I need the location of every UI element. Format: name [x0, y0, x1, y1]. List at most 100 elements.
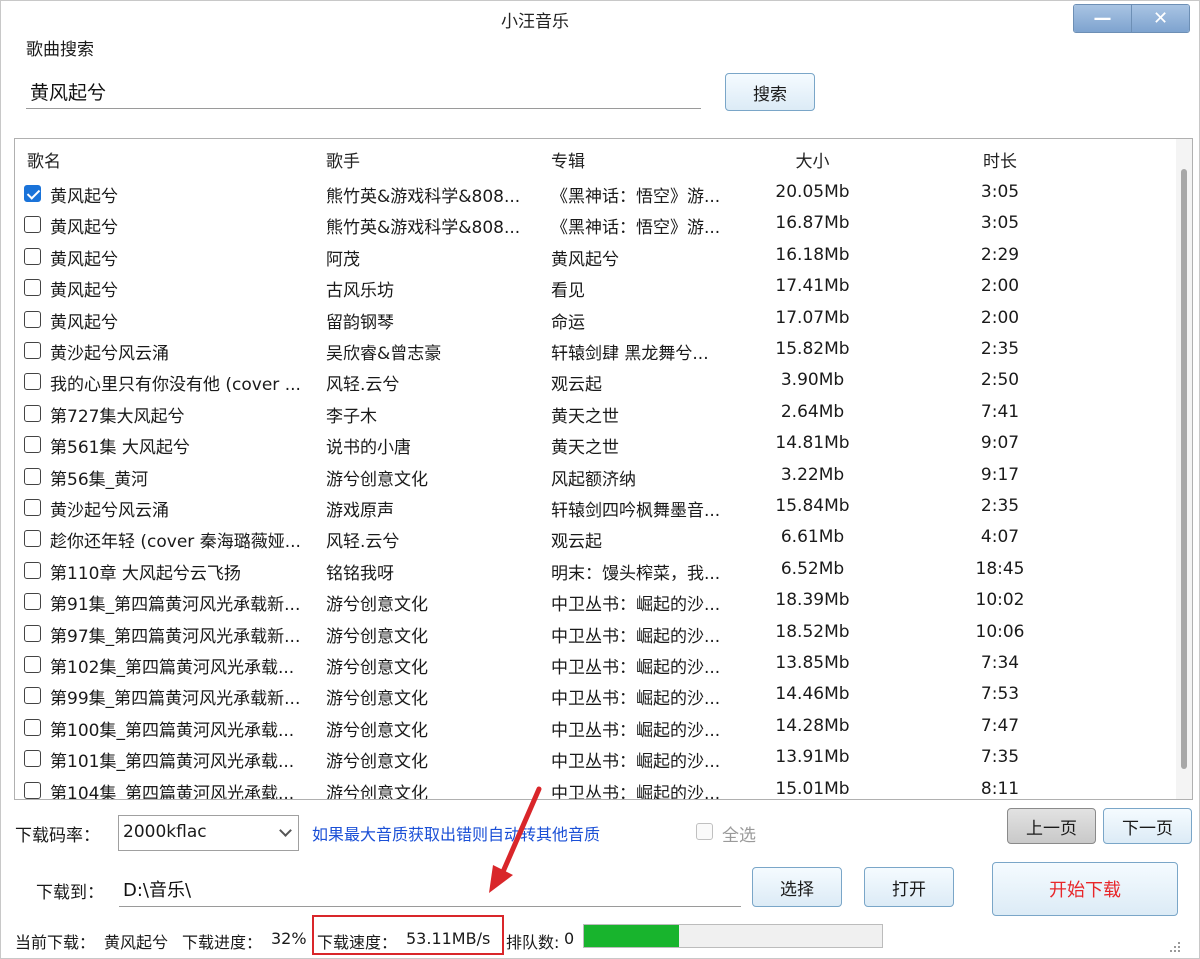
song-album: 黄天之世 — [551, 438, 619, 459]
start-download-button[interactable]: 开始下载 — [992, 862, 1178, 916]
song-album: 中卫丛书：崛起的沙... — [551, 626, 721, 647]
table-row[interactable]: 第56集_黄河 游兮创意文化 风起额济纳 3.22Mb 9:17 — [15, 462, 1165, 493]
song-album: 中卫丛书：崛起的沙... — [551, 689, 721, 710]
row-checkbox[interactable] — [24, 279, 41, 297]
speed-highlight-box — [312, 915, 504, 955]
song-size: 13.85Mb — [775, 653, 850, 673]
header-artist[interactable]: 歌手 — [326, 147, 360, 172]
minimize-button[interactable]: — — [1074, 5, 1131, 32]
row-checkbox[interactable] — [24, 561, 41, 579]
song-album: 看见 — [551, 281, 585, 302]
table-row[interactable]: 第104集_第四篇黄河风光承载... 游兮创意文化 中卫丛书：崛起的沙... 15.0… — [15, 776, 1165, 799]
song-name: 第91集_第四篇黄河风光承载新... — [50, 595, 301, 616]
song-name: 黄风起兮 — [50, 187, 118, 207]
table-row[interactable]: 第99集_第四篇黄河风光承载新... 游兮创意文化 中卫丛书：崛起的沙... 14.4… — [15, 681, 1165, 712]
song-artist: 游兮创意文化 — [326, 626, 428, 647]
song-artist: 游兮创意文化 — [326, 689, 428, 710]
header-name[interactable]: 歌名 — [27, 147, 61, 172]
table-row[interactable]: 第101集_第四篇黄河风光承载... 游兮创意文化 中卫丛书：崛起的沙... 13.9… — [15, 744, 1165, 775]
song-size: 3.22Mb — [780, 464, 845, 485]
download-path-label: 下载到： — [36, 883, 104, 903]
header-duration[interactable]: 时长 — [950, 147, 1050, 172]
song-size: 16.87Mb — [775, 213, 850, 234]
song-album: 轩辕剑四吟枫舞墨音... — [551, 501, 721, 521]
row-checkbox[interactable] — [24, 687, 41, 705]
row-checkbox[interactable] — [24, 467, 41, 485]
table-row[interactable]: 黄风起兮 阿茂 黄风起兮 16.18Mb 2:29 — [15, 242, 1165, 273]
queue-value: 0 — [564, 929, 575, 948]
row-checkbox[interactable] — [24, 718, 41, 736]
song-name: 黄风起兮 — [50, 312, 118, 333]
table-row[interactable]: 第91集_第四篇黄河风光承载新... 游兮创意文化 中卫丛书：崛起的沙... 18.3… — [15, 587, 1165, 618]
close-button[interactable]: ✕ — [1131, 5, 1189, 32]
choose-folder-button[interactable]: 选择 — [752, 867, 842, 907]
row-checkbox[interactable] — [24, 436, 41, 454]
table-row[interactable]: 黄风起兮 留韵钢琴 命运 17.07Mb 2:00 — [15, 305, 1165, 336]
song-size: 18.52Mb — [775, 621, 850, 642]
fallback-quality-link[interactable]: 如果最大音质获取出错则自动转其他音质 — [312, 821, 600, 845]
song-duration: 7:35 — [980, 747, 1020, 768]
bitrate-select[interactable]: 2000kflac — [118, 815, 299, 851]
row-checkbox[interactable] — [24, 499, 41, 516]
table-row[interactable]: 第102集_第四篇黄河风光承载... 游兮创意文化 中卫丛书：崛起的沙... 13.8… — [15, 650, 1165, 681]
row-checkbox[interactable] — [24, 624, 41, 642]
song-name: 黄风起兮 — [50, 249, 118, 270]
song-artist: 风轻.云兮 — [326, 375, 400, 396]
chevron-down-icon — [279, 824, 292, 837]
select-all-checkbox[interactable] — [696, 823, 713, 840]
row-checkbox[interactable] — [24, 373, 41, 391]
song-size: 2.64Mb — [780, 401, 845, 422]
row-checkbox[interactable] — [24, 342, 41, 359]
table-row[interactable]: 黄风起兮 古风乐坊 看见 17.41Mb 2:00 — [15, 273, 1165, 304]
window-controls: — ✕ — [1073, 4, 1190, 33]
row-checkbox[interactable] — [24, 404, 41, 422]
resize-grip-icon[interactable] — [1163, 935, 1183, 955]
song-name: 第100集_第四篇黄河风光承载... — [50, 720, 295, 741]
search-input[interactable] — [26, 75, 701, 109]
song-size: 6.61Mb — [780, 527, 845, 548]
row-checkbox[interactable] — [24, 593, 41, 611]
song-duration: 18:45 — [975, 558, 1025, 579]
header-album[interactable]: 专辑 — [551, 147, 585, 172]
table-row[interactable]: 黄沙起兮风云涌 吴欣睿&曾志豪 轩辕剑肆 黑龙舞兮... 15.82Mb 2:35 — [15, 336, 1165, 367]
header-size[interactable]: 大小 — [750, 147, 875, 172]
table-row[interactable]: 第561集 大风起兮 说书的小唐 黄天之世 14.81Mb 9:07 — [15, 430, 1165, 461]
table-row[interactable]: 我的心里只有你没有他 (cover ... 风轻.云兮 观云起 3.90Mb 2:50 — [15, 367, 1165, 398]
song-duration: 3:05 — [980, 213, 1020, 234]
row-checkbox[interactable] — [24, 750, 41, 768]
row-checkbox[interactable] — [24, 216, 41, 234]
search-button[interactable]: 搜索 — [725, 73, 815, 111]
song-name: 黄沙起兮风云涌 — [50, 501, 169, 521]
song-duration: 2:35 — [980, 339, 1020, 359]
song-album: 中卫丛书：崛起的沙... — [551, 595, 721, 616]
table-row[interactable]: 第100集_第四篇黄河风光承载... 游兮创意文化 中卫丛书：崛起的沙... 14.2… — [15, 713, 1165, 744]
song-name: 第101集_第四篇黄河风光承载... — [50, 752, 295, 773]
prev-page-button[interactable]: 上一页 — [1007, 808, 1096, 844]
table-row[interactable]: 黄风起兮 熊竹英&游戏科学&808... 《黑神话：悟空》游... 20.05Mb 3:… — [15, 179, 1165, 210]
table-row[interactable]: 第97集_第四篇黄河风光承载新... 游兮创意文化 中卫丛书：崛起的沙... 18.5… — [15, 619, 1165, 650]
table-row[interactable]: 第727集大风起兮 李子木 黄天之世 2.64Mb 7:41 — [15, 399, 1165, 430]
song-artist: 游兮创意文化 — [326, 752, 428, 773]
table-row[interactable]: 黄沙起兮风云涌 游戏原声 轩辕剑四吟枫舞墨音... 15.84Mb 2:35 — [15, 493, 1165, 524]
vertical-scrollbar[interactable] — [1176, 139, 1192, 799]
table-row[interactable]: 趁你还年轻 (cover 秦海璐薇娅... 风轻.云兮 观云起 6.61Mb 4:07 — [15, 524, 1165, 555]
annotation-arrow-icon — [489, 786, 542, 893]
open-folder-button[interactable]: 打开 — [864, 867, 954, 907]
row-checkbox[interactable] — [24, 247, 41, 265]
scrollbar-thumb[interactable] — [1181, 169, 1187, 769]
table-row[interactable]: 第110章 大风起兮云飞扬 铭铭我呀 明末：馒头榨菜，我... 6.52Mb 18:45 — [15, 556, 1165, 587]
row-checkbox[interactable] — [24, 185, 41, 202]
row-checkbox[interactable] — [24, 781, 41, 799]
row-checkbox[interactable] — [24, 656, 41, 673]
song-album: 黄天之世 — [551, 406, 619, 427]
song-size: 18.39Mb — [775, 590, 850, 611]
download-path-input[interactable] — [119, 871, 741, 907]
row-checkbox[interactable] — [24, 530, 41, 548]
progress-value: 32% — [271, 929, 307, 948]
row-checkbox[interactable] — [24, 310, 41, 328]
song-duration: 9:07 — [980, 433, 1020, 454]
song-album: 命运 — [551, 312, 585, 333]
song-name: 黄风起兮 — [50, 281, 118, 302]
next-page-button[interactable]: 下一页 — [1103, 808, 1192, 844]
table-row[interactable]: 黄风起兮 熊竹英&游戏科学&808... 《黑神话：悟空》游... 16.87Mb 3:… — [15, 210, 1165, 241]
